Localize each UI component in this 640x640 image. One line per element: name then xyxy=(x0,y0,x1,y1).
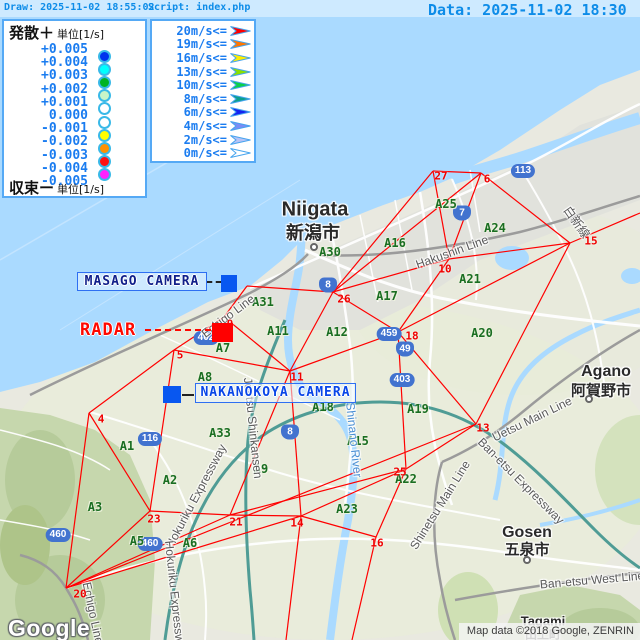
wind-legend-row: 10m/s<= xyxy=(152,78,254,92)
wind-arrow-icon xyxy=(229,120,252,132)
radar-label: RADAR xyxy=(80,320,136,340)
wind-speed-label: 2m/s<= xyxy=(184,133,227,147)
wind-speed-label: 8m/s<= xyxy=(184,92,227,106)
wind-arrow-icon xyxy=(229,147,252,159)
radar-connector-line xyxy=(145,329,211,331)
wind-legend-row: 19m/s<= xyxy=(152,38,254,52)
divergence-color-dot xyxy=(98,50,111,63)
divergence-unit-label: 単位[1/s] xyxy=(57,28,104,41)
divergence-legend: 発散＋単位[1/s] +0.005+0.004+0.003+0.002+0.00… xyxy=(2,19,147,198)
wind-arrow-icon xyxy=(229,106,252,118)
wind-speed-label: 16m/s<= xyxy=(176,51,227,65)
wind-arrow-icon xyxy=(229,25,252,37)
wind-legend-row: 2m/s<= xyxy=(152,133,254,147)
google-logo[interactable]: Google xyxy=(8,615,90,640)
masago-connector-line xyxy=(207,281,221,283)
convergence-legend-title: 収束ー単位[1/s] xyxy=(9,177,104,198)
divergence-color-dot xyxy=(98,76,111,89)
divergence-legend-scale: +0.005+0.004+0.003+0.002+0.0010.000-0.00… xyxy=(4,44,145,176)
divergence-color-dot xyxy=(98,89,111,102)
wind-arrow-icon xyxy=(229,134,252,146)
wind-legend-row: 16m/s<= xyxy=(152,51,254,65)
wind-speed-label: 4m/s<= xyxy=(184,119,227,133)
divergence-legend-title: 発散＋単位[1/s] xyxy=(9,22,104,43)
wind-arrow-icon xyxy=(229,52,252,64)
divergence-color-dot xyxy=(98,155,111,168)
divergence-title-text: 発散＋ xyxy=(9,24,54,42)
weather-radar-map-screen: 11378402459494031164604608A1A2A3A5A6A7A8… xyxy=(0,0,640,640)
wind-legend-row: 6m/s<= xyxy=(152,106,254,120)
wind-speed-label: 0m/s<= xyxy=(184,146,227,160)
draw-timestamp: Draw: 2025-11-02 18:55:02 xyxy=(4,2,155,13)
radar-marker[interactable] xyxy=(212,323,233,342)
nakanokoya-camera-marker[interactable] xyxy=(163,386,181,403)
wind-arrow-icon xyxy=(229,93,252,105)
divergence-value: +0.003 xyxy=(4,70,88,82)
wind-arrow-icon xyxy=(229,79,252,91)
map-attribution: Map data ©2018 Google, ZENRIN xyxy=(459,623,640,640)
nakanokoya-connector-line xyxy=(182,394,194,396)
wind-legend-row: 20m/s<= xyxy=(152,24,254,38)
wind-speed-label: 20m/s<= xyxy=(176,24,227,38)
wind-speed-label: 13m/s<= xyxy=(176,65,227,79)
wind-legend-row: 13m/s<= xyxy=(152,65,254,79)
convergence-unit-label: 単位[1/s] xyxy=(57,183,104,196)
divergence-value: -0.002 xyxy=(4,136,88,148)
wind-speed-label: 19m/s<= xyxy=(176,37,227,51)
wind-legend-row: 8m/s<= xyxy=(152,92,254,106)
script-name: Script: index.php xyxy=(148,2,250,13)
convergence-title-text: 収束ー xyxy=(9,179,54,197)
wind-legend-row: 0m/s<= xyxy=(152,146,254,160)
divergence-color-dot xyxy=(98,142,111,155)
wind-speed-legend: 20m/s<=19m/s<=16m/s<=13m/s<=10m/s<=8m/s<… xyxy=(150,19,256,163)
divergence-color-dot xyxy=(98,102,111,115)
wind-arrow-icon xyxy=(229,66,252,78)
data-timestamp: Data: 2025-11-02 18:30 xyxy=(428,1,627,19)
wind-speed-label: 6m/s<= xyxy=(184,105,227,119)
nakanokoya-camera-label: NAKANOKOYA CAMERA xyxy=(195,383,356,403)
masago-camera-marker[interactable] xyxy=(221,275,237,292)
divergence-color-dot xyxy=(98,129,111,142)
masago-camera-label: MASAGO CAMERA xyxy=(77,272,207,291)
divergence-color-dot xyxy=(98,116,111,129)
wind-legend-row: 4m/s<= xyxy=(152,119,254,133)
divergence-color-dot xyxy=(98,63,111,76)
wind-arrow-icon xyxy=(229,38,252,50)
wind-speed-label: 10m/s<= xyxy=(176,78,227,92)
